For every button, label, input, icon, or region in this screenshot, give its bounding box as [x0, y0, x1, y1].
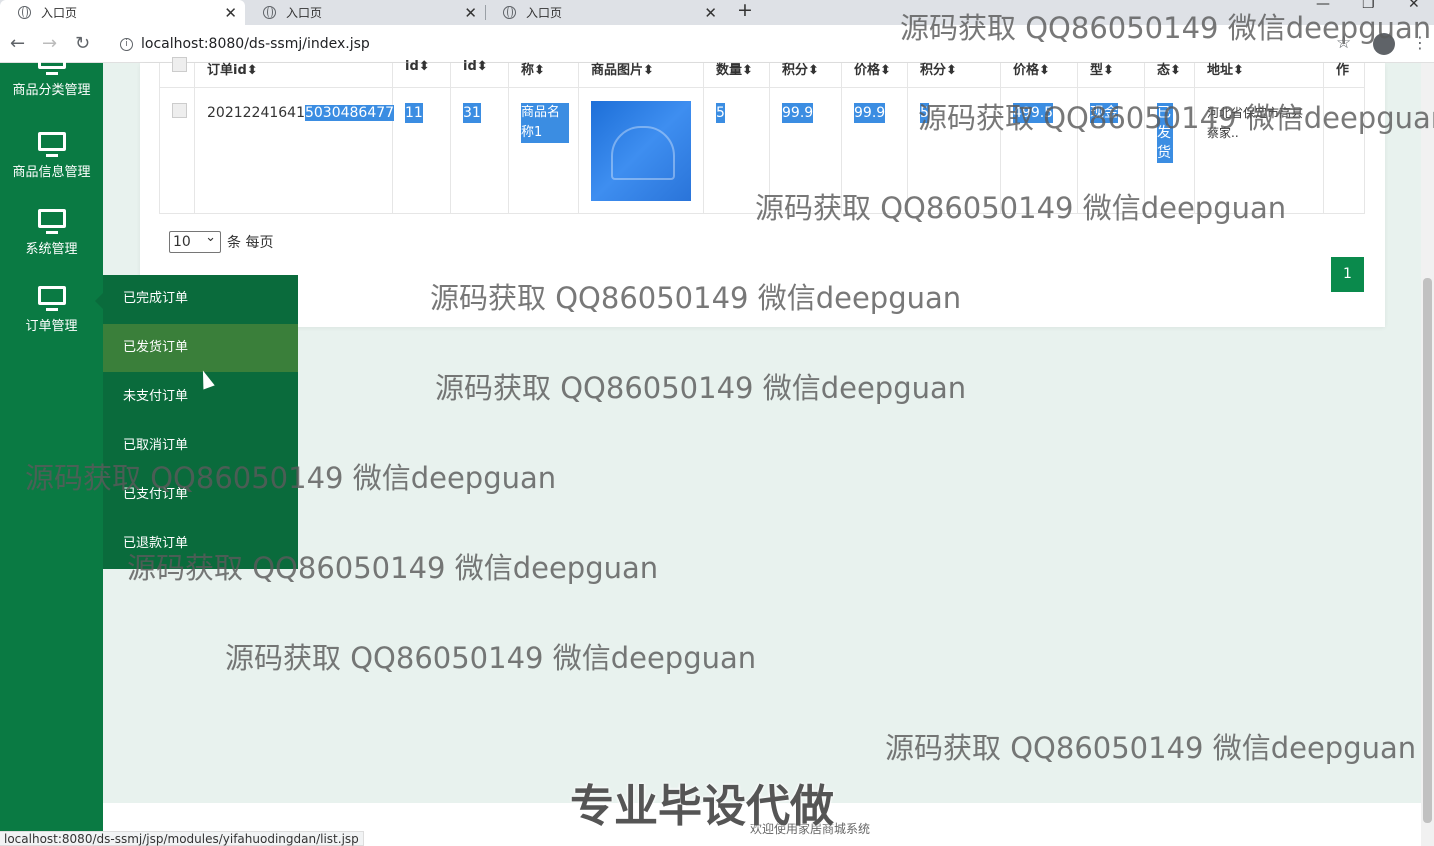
new-tab-button[interactable]: +: [737, 0, 753, 20]
monitor-icon: [37, 209, 66, 234]
page-scrollbar[interactable]: [1421, 63, 1434, 846]
header-action: 作: [1336, 63, 1350, 78]
close-tab-icon[interactable]: ✕: [464, 4, 477, 22]
cell-price: 99.9: [854, 103, 886, 123]
header-type[interactable]: 型⬍: [1090, 59, 1114, 78]
watermark: 源码获取 QQ86050149 微信deepguan: [900, 11, 1432, 45]
watermark: 源码获取 QQ86050149 微信deepguan: [755, 191, 1287, 225]
cell-id1: 11: [405, 103, 423, 123]
header-image[interactable]: 商品图片⬍: [591, 59, 654, 78]
globe-icon: [503, 6, 516, 19]
header-qty[interactable]: 数量⬍: [716, 59, 753, 78]
watermark-big: 专业毕设代做: [570, 781, 834, 832]
header-order-id[interactable]: 订单id⬍: [207, 59, 258, 78]
watermark: 源码获取 QQ86050149 微信deepguan: [225, 641, 757, 675]
monitor-icon: [37, 286, 66, 311]
column-checkbox: [160, 63, 195, 214]
close-tab-icon[interactable]: ✕: [224, 4, 237, 22]
watermark: 源码获取 QQ86050149 微信deepguan: [885, 731, 1417, 765]
orders-submenu: 已完成订单 已发货订单 未支付订单 已取消订单 已支付订单 已退款订单: [95, 275, 298, 569]
close-tab-icon[interactable]: ✕: [704, 4, 717, 22]
row-checkbox[interactable]: [172, 103, 187, 118]
cell-order-id: 202122416415030486477: [207, 105, 395, 121]
header-id1[interactable]: id⬍: [405, 59, 430, 74]
column-order-id: [195, 63, 393, 214]
select-all-checkbox[interactable]: [172, 57, 187, 72]
header-id2[interactable]: id⬍: [463, 59, 488, 74]
column-id2: [451, 63, 509, 214]
status-bar-url: localhost:8080/ds-ssmj/jsp/modules/yifah…: [0, 831, 364, 846]
page-button-1[interactable]: 1: [1331, 257, 1364, 292]
page-size-label: 条 每页: [227, 235, 274, 251]
page-size-select[interactable]: 10: [169, 228, 221, 253]
browser-tab-2[interactable]: 入口页 ✕: [245, 0, 485, 25]
browser-tab-1[interactable]: 入口页 ✕: [0, 0, 245, 25]
globe-icon: [18, 6, 31, 19]
url-text: localhost:8080/ds-ssmj/index.jsp: [141, 36, 370, 52]
tab-title: 入口页: [41, 6, 78, 20]
cell-points: 99.9: [782, 103, 814, 123]
header-address[interactable]: 地址⬍: [1207, 59, 1244, 78]
header-total-points[interactable]: 积分⬍: [920, 59, 957, 78]
watermark: 源码获取 QQ86050149 微信deepguan: [127, 551, 659, 585]
header-points[interactable]: 积分⬍: [782, 59, 819, 78]
header-status[interactable]: 态⬍: [1157, 59, 1181, 78]
watermark: 源码获取 QQ86050149 微信deepguan: [918, 101, 1434, 135]
sidebar-item-label: 商品信息管理: [12, 165, 91, 180]
header-price[interactable]: 价格⬍: [854, 59, 891, 78]
page-size-control: 10 条 每页: [169, 228, 274, 253]
watermark: 源码获取 QQ86050149 微信deepguan: [430, 281, 962, 315]
cell-id2: 31: [463, 103, 481, 123]
tab-title: 入口页: [286, 6, 323, 20]
browser-tab-3[interactable]: 入口页 ✕: [485, 0, 725, 25]
info-icon[interactable]: i: [120, 37, 133, 51]
tab-title: 入口页: [526, 6, 563, 20]
submenu-shipped-orders[interactable]: 已发货订单: [103, 324, 298, 372]
product-image: [591, 101, 691, 201]
monitor-icon: [37, 132, 66, 157]
scrollbar-thumb[interactable]: [1423, 278, 1432, 823]
header-name[interactable]: 称⬍: [521, 59, 545, 78]
cell-name: 商品名称1: [521, 103, 569, 143]
watermark: 源码获取 QQ86050149 微信deepguan: [435, 371, 967, 405]
sidebar-item-product-info[interactable]: 商品信息管理: [0, 120, 103, 197]
monitor-icon: [37, 50, 66, 75]
sidebar-item-label: 订单管理: [25, 319, 78, 334]
header-total-price[interactable]: 价格⬍: [1013, 59, 1050, 78]
submenu-completed-orders[interactable]: 已完成订单: [103, 275, 298, 323]
sidebar-item-label: 商品分类管理: [12, 83, 91, 98]
column-id1: [393, 63, 451, 214]
sidebar-item-system[interactable]: 系统管理: [0, 197, 103, 274]
sidebar-item-orders[interactable]: 订单管理: [0, 274, 103, 351]
sidebar-item-label: 系统管理: [25, 242, 78, 257]
cell-qty: 5: [716, 103, 725, 123]
sidebar-item-category[interactable]: 商品分类管理: [0, 38, 103, 115]
globe-icon: [263, 6, 276, 19]
watermark: 源码获取 QQ86050149 微信deepguan: [25, 461, 557, 495]
